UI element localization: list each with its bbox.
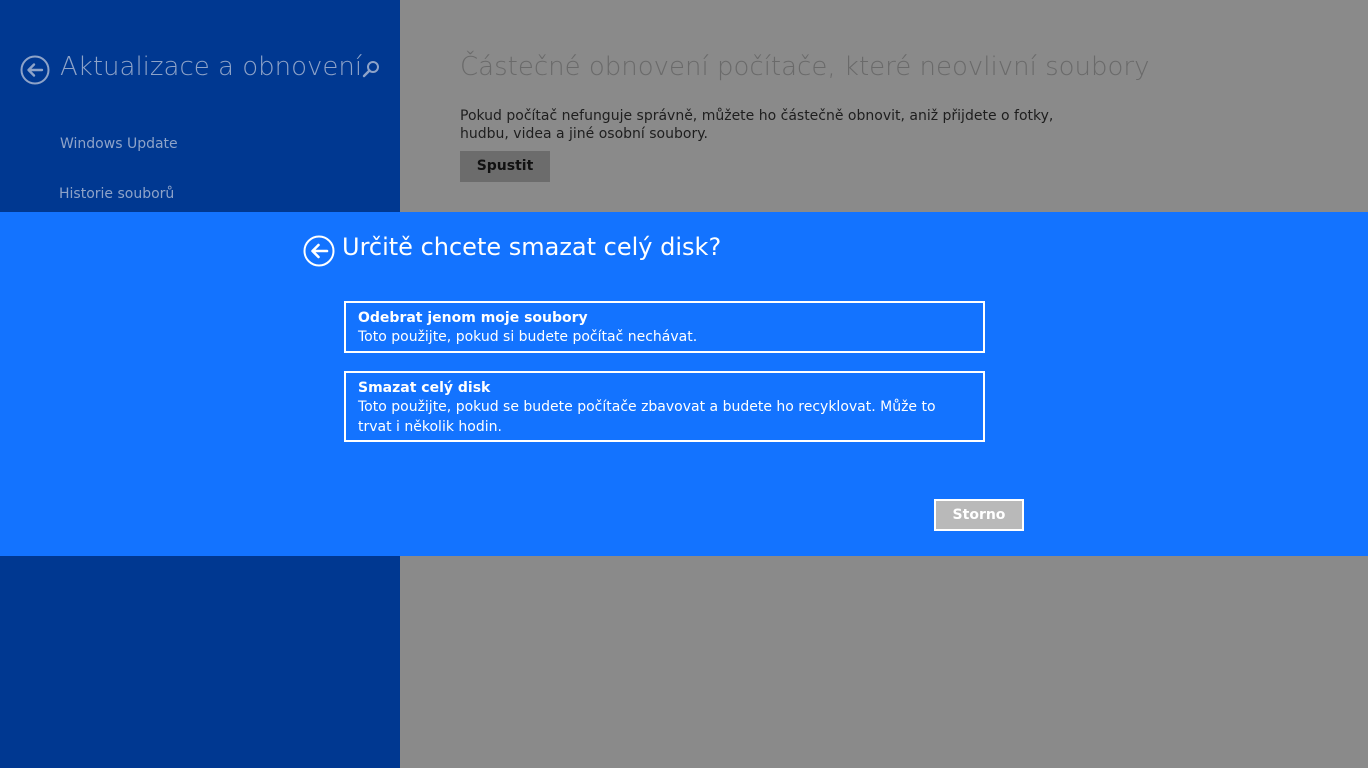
option-title: Odebrat jenom moje soubory [358, 310, 588, 326]
page-title: Částečné obnovení počítače, které neovli… [460, 52, 1150, 82]
start-button[interactable]: Spustit [460, 151, 550, 182]
option-title: Smazat celý disk [358, 380, 491, 396]
sidebar-item-windows-update[interactable]: Windows Update [60, 136, 178, 152]
option-description: Toto použijte, pokud si budete počítač n… [358, 329, 698, 345]
search-icon[interactable] [360, 58, 382, 80]
option-description: Toto použijte, pokud se budete počítače … [358, 399, 936, 435]
sidebar-title: Aktualizace a obnovení [60, 52, 363, 82]
back-arrow-icon[interactable] [303, 235, 335, 267]
dialog-title: Určitě chcete smazat celý disk? [342, 233, 722, 261]
sidebar-item-file-history[interactable]: Historie souborů [59, 186, 174, 202]
confirm-dialog: Určitě chcete smazat celý disk? Odebrat … [0, 212, 1368, 556]
option-clean-drive[interactable]: Smazat celý disk Toto použijte, pokud se… [344, 371, 985, 442]
back-arrow-icon[interactable] [20, 55, 50, 85]
page-description: Pokud počítač nefunguje správně, můžete … [460, 108, 1054, 142]
cancel-button[interactable]: Storno [934, 499, 1024, 531]
option-remove-my-files[interactable]: Odebrat jenom moje soubory Toto použijte… [344, 301, 985, 353]
